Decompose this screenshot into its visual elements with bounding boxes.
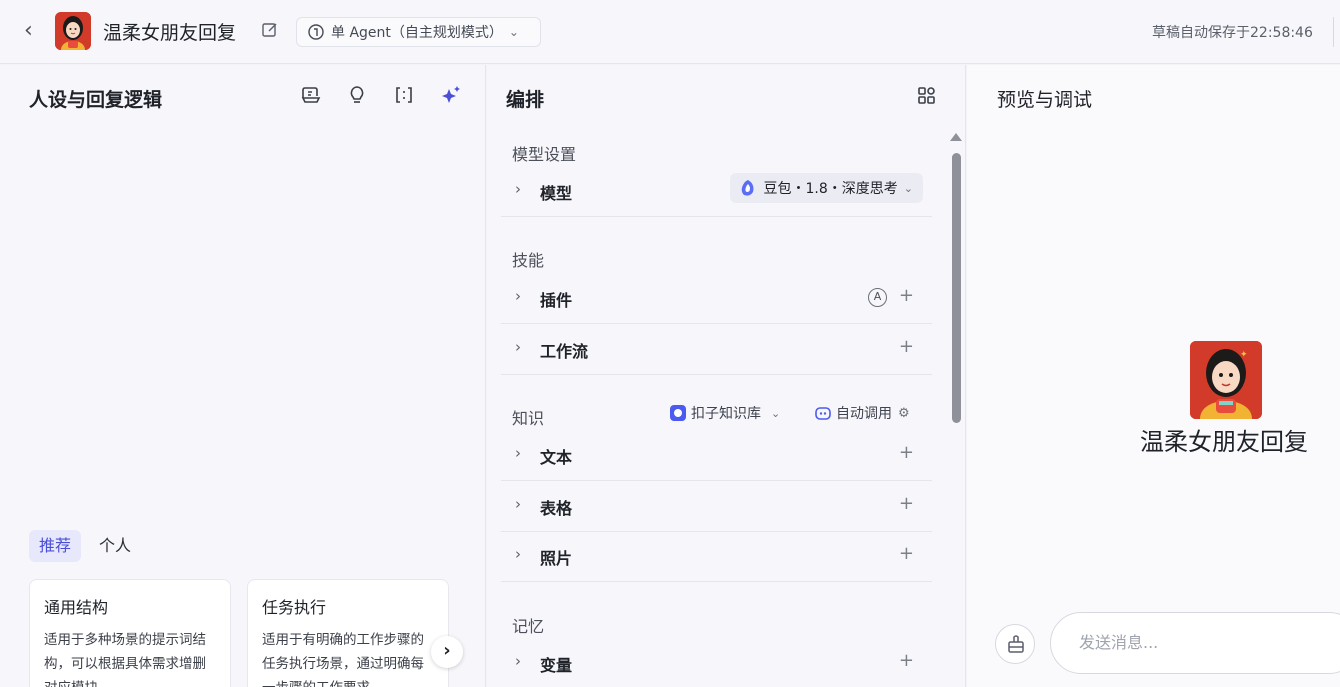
template-card[interactable]: 通用结构 适用于多种场景的提示词结构，可以根据具体需求增删对应模块 bbox=[29, 579, 231, 687]
section-model-settings: 模型设置 bbox=[512, 145, 577, 164]
doubao-logo-icon bbox=[741, 180, 753, 196]
row-text[interactable]: › 文本 + bbox=[501, 431, 932, 481]
robot-icon bbox=[815, 407, 831, 420]
row-variable[interactable]: › 变量 + bbox=[501, 639, 932, 687]
preview-panel: 预览与调试 bbox=[967, 65, 1340, 687]
template-card-title: 任务执行 bbox=[262, 598, 327, 617]
template-card-desc: 适用于有明确的工作步骤的任务执行场景，通过明确每一步骤的工作要求 bbox=[262, 632, 424, 687]
agent-mode-label: 单 Agent（自主规划模式） bbox=[331, 25, 503, 41]
orchestration-panel-title: 编排 bbox=[506, 89, 545, 111]
row-photo[interactable]: › 照片 + bbox=[501, 532, 932, 582]
preview-panel-title: 预览与调试 bbox=[997, 89, 1093, 111]
row-workflow[interactable]: › 工作流 + bbox=[501, 325, 932, 375]
chevron-down-icon: ⌄ bbox=[508, 25, 519, 39]
add-variable-button[interactable]: + bbox=[899, 650, 914, 671]
bot-avatar bbox=[55, 12, 91, 50]
tab-personal[interactable]: 个人 bbox=[89, 530, 141, 562]
row-workflow-label: 工作流 bbox=[540, 342, 589, 361]
row-text-label: 文本 bbox=[540, 448, 573, 467]
message-input[interactable]: 发送消息... bbox=[1050, 612, 1340, 674]
knowledge-call-label: 自动调用 bbox=[836, 406, 892, 422]
chevron-right-icon[interactable]: › bbox=[515, 652, 521, 670]
agent-mode-icon bbox=[308, 24, 324, 40]
chevron-right-icon[interactable]: › bbox=[515, 495, 521, 513]
row-table[interactable]: › 表格 + bbox=[501, 482, 932, 532]
prompt-library-icon[interactable] bbox=[300, 84, 322, 106]
section-knowledge: 知识 bbox=[512, 409, 545, 428]
chevron-right-icon[interactable]: › bbox=[515, 180, 521, 198]
add-text-button[interactable]: + bbox=[899, 442, 914, 463]
broom-icon bbox=[1008, 635, 1024, 653]
section-memory: 记忆 bbox=[512, 617, 545, 636]
sparkle-icon[interactable] bbox=[440, 84, 462, 106]
section-skills: 技能 bbox=[512, 251, 545, 270]
persona-panel: 人设与回复逻辑 推荐 个人 通用结构 适用于多种场景的提示词结构，可以根据具体需… bbox=[0, 65, 486, 687]
row-model[interactable]: › 模型 豆包・1.8・深度思考 ⌄ bbox=[501, 167, 932, 217]
chevron-down-icon: ⌄ bbox=[903, 181, 913, 195]
auto-plugin-icon[interactable]: A bbox=[868, 288, 887, 307]
row-plugin[interactable]: › 插件 A + bbox=[501, 274, 932, 324]
scrollbar[interactable] bbox=[952, 153, 961, 423]
row-variable-label: 变量 bbox=[540, 656, 573, 675]
chevron-right-icon[interactable]: › bbox=[431, 636, 463, 668]
template-card-title: 通用结构 bbox=[44, 598, 109, 617]
chevron-down-icon: ⌄ bbox=[771, 406, 781, 420]
add-workflow-button[interactable]: + bbox=[899, 336, 914, 357]
chevron-right-icon[interactable]: › bbox=[515, 287, 521, 305]
bot-avatar-large: ✦ bbox=[1190, 341, 1262, 419]
edit-icon[interactable] bbox=[261, 21, 279, 39]
template-tabs: 推荐 个人 bbox=[29, 530, 141, 562]
tab-recommended[interactable]: 推荐 bbox=[29, 530, 82, 562]
template-card[interactable]: 任务执行 适用于有明确的工作步骤的任务执行场景，通过明确每一步骤的工作要求 bbox=[247, 579, 449, 687]
top-bar: ‹ 温柔女朋友回复 单 Agent（自主规划模式） ⌄ 草稿自动保存于22:58… bbox=[0, 0, 1340, 64]
chevron-right-icon[interactable]: › bbox=[515, 338, 521, 356]
knowledge-base-icon bbox=[670, 405, 686, 421]
chevron-left-icon[interactable]: ‹ bbox=[24, 18, 46, 46]
bot-name: 温柔女朋友回复 bbox=[1140, 428, 1308, 456]
autosave-status: 草稿自动保存于22:58:46 bbox=[1152, 25, 1313, 41]
brackets-icon[interactable] bbox=[393, 84, 415, 106]
gear-icon[interactable]: ⚙ bbox=[898, 406, 910, 421]
add-photo-button[interactable]: + bbox=[899, 543, 914, 564]
chevron-right-icon[interactable]: › bbox=[515, 444, 521, 462]
model-select[interactable]: 豆包・1.8・深度思考 ⌄ bbox=[729, 173, 923, 203]
model-value: 豆包・1.8・深度思考 bbox=[763, 181, 898, 197]
layout-grid-icon[interactable] bbox=[916, 85, 938, 107]
add-table-button[interactable]: + bbox=[899, 493, 914, 514]
orchestration-panel: 编排 模型设置 › 模型 豆包・1.8・深度思考 ⌄ 技能 › 插件 A + ›… bbox=[487, 65, 966, 687]
clear-history-button[interactable] bbox=[995, 624, 1035, 664]
bot-title: 温柔女朋友回复 bbox=[103, 22, 237, 44]
chevron-right-icon[interactable]: › bbox=[515, 545, 521, 563]
row-model-label: 模型 bbox=[540, 184, 573, 203]
scroll-up-arrow[interactable] bbox=[950, 133, 962, 141]
row-plugin-label: 插件 bbox=[540, 291, 573, 310]
agent-mode-select[interactable]: 单 Agent（自主规划模式） ⌄ bbox=[296, 17, 541, 47]
row-table-label: 表格 bbox=[540, 499, 573, 518]
knowledge-call-mode[interactable]: 自动调用 ⚙ bbox=[814, 403, 910, 423]
divider bbox=[1333, 17, 1334, 47]
knowledge-source-label: 扣子知识库 bbox=[691, 406, 761, 422]
template-card-desc: 适用于多种场景的提示词结构，可以根据具体需求增删对应模块 bbox=[44, 632, 206, 687]
persona-panel-title: 人设与回复逻辑 bbox=[29, 89, 163, 111]
knowledge-source-select[interactable]: 扣子知识库 ⌄ bbox=[669, 403, 780, 423]
row-photo-label: 照片 bbox=[540, 549, 573, 568]
add-plugin-button[interactable]: + bbox=[899, 285, 914, 306]
lightbulb-icon[interactable] bbox=[346, 84, 368, 106]
